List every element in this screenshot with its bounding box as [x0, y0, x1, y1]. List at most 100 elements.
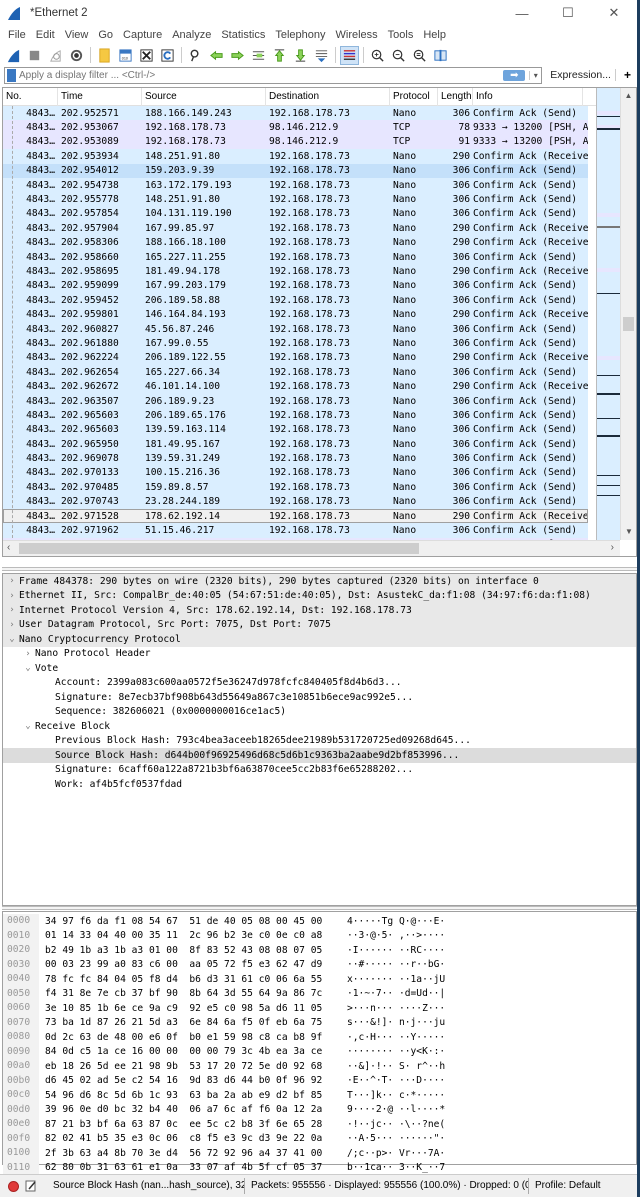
- ascii-bytes[interactable]: ··#····· ··r··bG·: [343, 959, 445, 970]
- hex-bytes[interactable]: 82 02 41 b5 35 e3 0c 06 c8 f5 e3 9c d3 9…: [39, 1133, 343, 1144]
- scroll-up-icon[interactable]: ▲: [621, 88, 636, 104]
- ascii-bytes[interactable]: ··A·5··· ······"·: [343, 1133, 445, 1144]
- edit-comment-icon[interactable]: [25, 1180, 37, 1192]
- packet-row[interactable]: 4843… 202.970485 159.89.8.57 192.168.178.73…: [3, 480, 588, 495]
- packet-details-tree[interactable]: › Frame 484378: 290 bytes on wire (2320 b…: [2, 573, 637, 906]
- packet-row[interactable]: 4843… 202.962672 46.101.14.100 192.168.178.…: [3, 379, 588, 394]
- start-capture-icon[interactable]: [4, 46, 23, 65]
- bookmark-icon[interactable]: [7, 68, 16, 82]
- ascii-bytes[interactable]: ········ ··y<K·:·: [343, 1046, 445, 1057]
- packet-row[interactable]: 4843… 202.958660 165.227.11.255 192.168.178…: [3, 249, 588, 265]
- detail-tree-item[interactable]: › User Datagram Protocol, Src Port: 7075,…: [3, 617, 636, 632]
- menu-capture[interactable]: Capture: [118, 29, 167, 41]
- ascii-bytes[interactable]: ·!··jc·· ·\··?ne(: [343, 1119, 445, 1130]
- packet-row[interactable]: 4843… 202.953067 192.168.178.73 98.146.212.…: [3, 120, 588, 135]
- hex-bytes[interactable]: 01 14 33 04 40 00 35 11 2c 96 b2 3e c0 0…: [39, 930, 343, 941]
- column-header-source[interactable]: Source: [142, 88, 266, 106]
- save-file-icon[interactable]: 010: [116, 46, 135, 65]
- detail-tree-item[interactable]: ⌄ Vote: [3, 661, 636, 676]
- packet-row[interactable]: 4843… 202.962224 206.189.122.55 192.168.178…: [3, 350, 588, 366]
- go-forward-icon[interactable]: [228, 46, 247, 65]
- menu-go[interactable]: Go: [93, 29, 118, 41]
- packet-row[interactable]: 4843… 202.955778 148.251.91.80 192.168.178.…: [3, 192, 588, 207]
- detail-tree-item[interactable]: Account: 2399a083c600aa0572f5e36247d978f…: [3, 676, 636, 691]
- packet-row[interactable]: 4843… 202.961880 167.99.0.55 192.168.178.73…: [3, 336, 588, 351]
- menu-statistics[interactable]: Statistics: [216, 29, 270, 41]
- hex-bytes[interactable]: 3e 10 85 1b 6e ce 9a c9 92 e5 c0 98 5a d…: [39, 1003, 343, 1014]
- ascii-bytes[interactable]: ··3·@·5· ,··>····: [343, 930, 445, 941]
- close-button[interactable]: ✕: [591, 5, 637, 21]
- hex-bytes[interactable]: 84 0d c5 1a ce 16 00 00 00 00 79 3c 4b e…: [39, 1046, 343, 1057]
- packet-row[interactable]: 4843… 202.957904 167.99.85.97 192.168.178.7…: [3, 221, 588, 236]
- hex-bytes[interactable]: b2 49 1b a3 1b a3 01 00 8f 83 52 43 08 0…: [39, 945, 343, 956]
- packet-row[interactable]: 4843… 202.953089 192.168.178.73 98.146.212.…: [3, 134, 588, 150]
- packet-list-horizontal-scrollbar[interactable]: ‹ ›: [3, 540, 620, 556]
- capture-status-icon[interactable]: [8, 1180, 19, 1192]
- menu-file[interactable]: File: [3, 29, 31, 41]
- restart-capture-icon[interactable]: [46, 46, 65, 65]
- ascii-bytes[interactable]: 9····2·@ ··l····*: [343, 1104, 445, 1115]
- packet-row[interactable]: 4843… 202.959099 167.99.203.179 192.168.178…: [3, 278, 588, 294]
- expression-button[interactable]: Expression...: [546, 69, 616, 81]
- packet-row[interactable]: 4843… 202.969078 139.59.31.249 192.168.178.…: [3, 451, 588, 466]
- pane-splitter[interactable]: [2, 906, 637, 910]
- minimize-button[interactable]: —: [499, 6, 545, 21]
- packet-row[interactable]: 4843… 202.960827 45.56.87.246 192.168.178.7…: [3, 321, 588, 337]
- scrollbar-thumb[interactable]: [623, 317, 634, 331]
- apply-filter-icon[interactable]: ➡: [503, 69, 526, 81]
- hex-bytes[interactable]: 62 80 0b 31 63 61 e1 0a 33 07 af 4b 5f c…: [39, 1162, 343, 1173]
- hex-bytes[interactable]: 54 96 d6 8c 5d 6b 1c 93 63 ba 2a ab e9 d…: [39, 1090, 343, 1101]
- detail-tree-item[interactable]: › Internet Protocol Version 4, Src: 178.6…: [3, 603, 636, 618]
- hex-bytes[interactable]: 34 97 f6 da f1 08 54 67 51 de 40 05 08 0…: [39, 916, 343, 927]
- ascii-bytes[interactable]: b··1ca·· 3··K_··7: [343, 1162, 445, 1173]
- packet-row[interactable]: 4843… 202.953934 148.251.91.80 192.168.178.…: [3, 149, 588, 164]
- profile-status[interactable]: Profile: Default: [529, 1178, 607, 1194]
- hex-bytes[interactable]: 73 ba 1d 87 26 21 5d a3 6e 84 6a f5 0f e…: [39, 1017, 343, 1028]
- stop-capture-icon[interactable]: [25, 46, 44, 65]
- hex-bytes[interactable]: 0d 2c 63 de 48 00 e6 0f b0 e1 59 98 c8 c…: [39, 1032, 343, 1043]
- collapse-arrow-icon[interactable]: ⌄: [5, 634, 19, 644]
- packet-row[interactable]: 4843… 202.958306 188.166.18.100 192.168.178…: [3, 235, 588, 250]
- column-header-no[interactable]: No.: [3, 88, 58, 106]
- normal-size-icon[interactable]: [410, 46, 429, 65]
- maximize-button[interactable]: ☐: [545, 5, 591, 21]
- packet-row[interactable]: 4843… 202.971528 178.62.192.14 192.168.178.…: [3, 508, 588, 524]
- detail-tree-item[interactable]: › Frame 484378: 290 bytes on wire (2320 b…: [3, 574, 636, 589]
- collapse-arrow-icon[interactable]: ⌄: [21, 663, 35, 673]
- menu-tools[interactable]: Tools: [383, 29, 419, 41]
- expand-arrow-icon[interactable]: ›: [5, 605, 19, 615]
- ascii-bytes[interactable]: x······· ··1a··jU: [343, 974, 445, 985]
- hex-bytes[interactable]: 00 03 23 99 a0 83 c6 00 aa 05 72 f5 e3 6…: [39, 959, 343, 970]
- ascii-bytes[interactable]: T···]k·· c·*·····: [343, 1090, 445, 1101]
- packet-row[interactable]: 4843… 202.959452 206.189.58.88 192.168.178.…: [3, 293, 588, 308]
- scroll-right-icon[interactable]: ›: [611, 542, 614, 553]
- menu-view[interactable]: View: [60, 29, 94, 41]
- zoom-in-icon[interactable]: [368, 46, 387, 65]
- close-file-icon[interactable]: [137, 46, 156, 65]
- zoom-out-icon[interactable]: [389, 46, 408, 65]
- ascii-bytes[interactable]: ·E··^·T· ···D····: [343, 1075, 445, 1086]
- menu-help[interactable]: Help: [418, 29, 451, 41]
- ascii-bytes[interactable]: /;c··p>· Vr···7A·: [343, 1148, 445, 1159]
- go-back-icon[interactable]: [207, 46, 226, 65]
- ascii-bytes[interactable]: ··&]·!·· S· r^··h: [343, 1061, 445, 1072]
- hex-bytes[interactable]: d6 45 02 ad 5e c2 54 16 9d 83 d6 44 b0 0…: [39, 1075, 343, 1086]
- column-header-length[interactable]: Length: [438, 88, 473, 106]
- detail-tree-item[interactable]: Signature: 6caff60a122a8721b3bf6a63870ce…: [3, 763, 636, 778]
- hex-bytes[interactable]: 39 96 0e d0 bc 32 b4 40 06 a7 6c af f6 0…: [39, 1104, 343, 1115]
- last-packet-icon[interactable]: [291, 46, 310, 65]
- filter-history-dropdown-icon[interactable]: ▾: [529, 70, 541, 80]
- ascii-bytes[interactable]: ·I······ ··RC····: [343, 945, 445, 956]
- display-filter-field[interactable]: ➡ ▾: [4, 66, 543, 84]
- expand-arrow-icon[interactable]: ›: [5, 576, 19, 586]
- open-file-icon[interactable]: [95, 46, 114, 65]
- packet-row[interactable]: 4843… 202.970743 23.28.244.189 192.168.178.…: [3, 494, 588, 509]
- hex-bytes[interactable]: 87 21 b3 bf 6a 63 87 0c ee 5c c2 b8 3f 6…: [39, 1119, 343, 1130]
- menu-analyze[interactable]: Analyze: [167, 29, 216, 41]
- column-header-protocol[interactable]: Protocol: [390, 88, 438, 106]
- ascii-bytes[interactable]: ·1·~·7·· ·d=Ud··|: [343, 988, 445, 999]
- packet-list-vertical-scrollbar[interactable]: ▲ ▼: [620, 88, 636, 540]
- detail-tree-item[interactable]: Signature: 8e7ecb37bf908b643d55649a867c3…: [3, 690, 636, 705]
- reload-file-icon[interactable]: [158, 46, 177, 65]
- packet-minimap[interactable]: [596, 88, 621, 540]
